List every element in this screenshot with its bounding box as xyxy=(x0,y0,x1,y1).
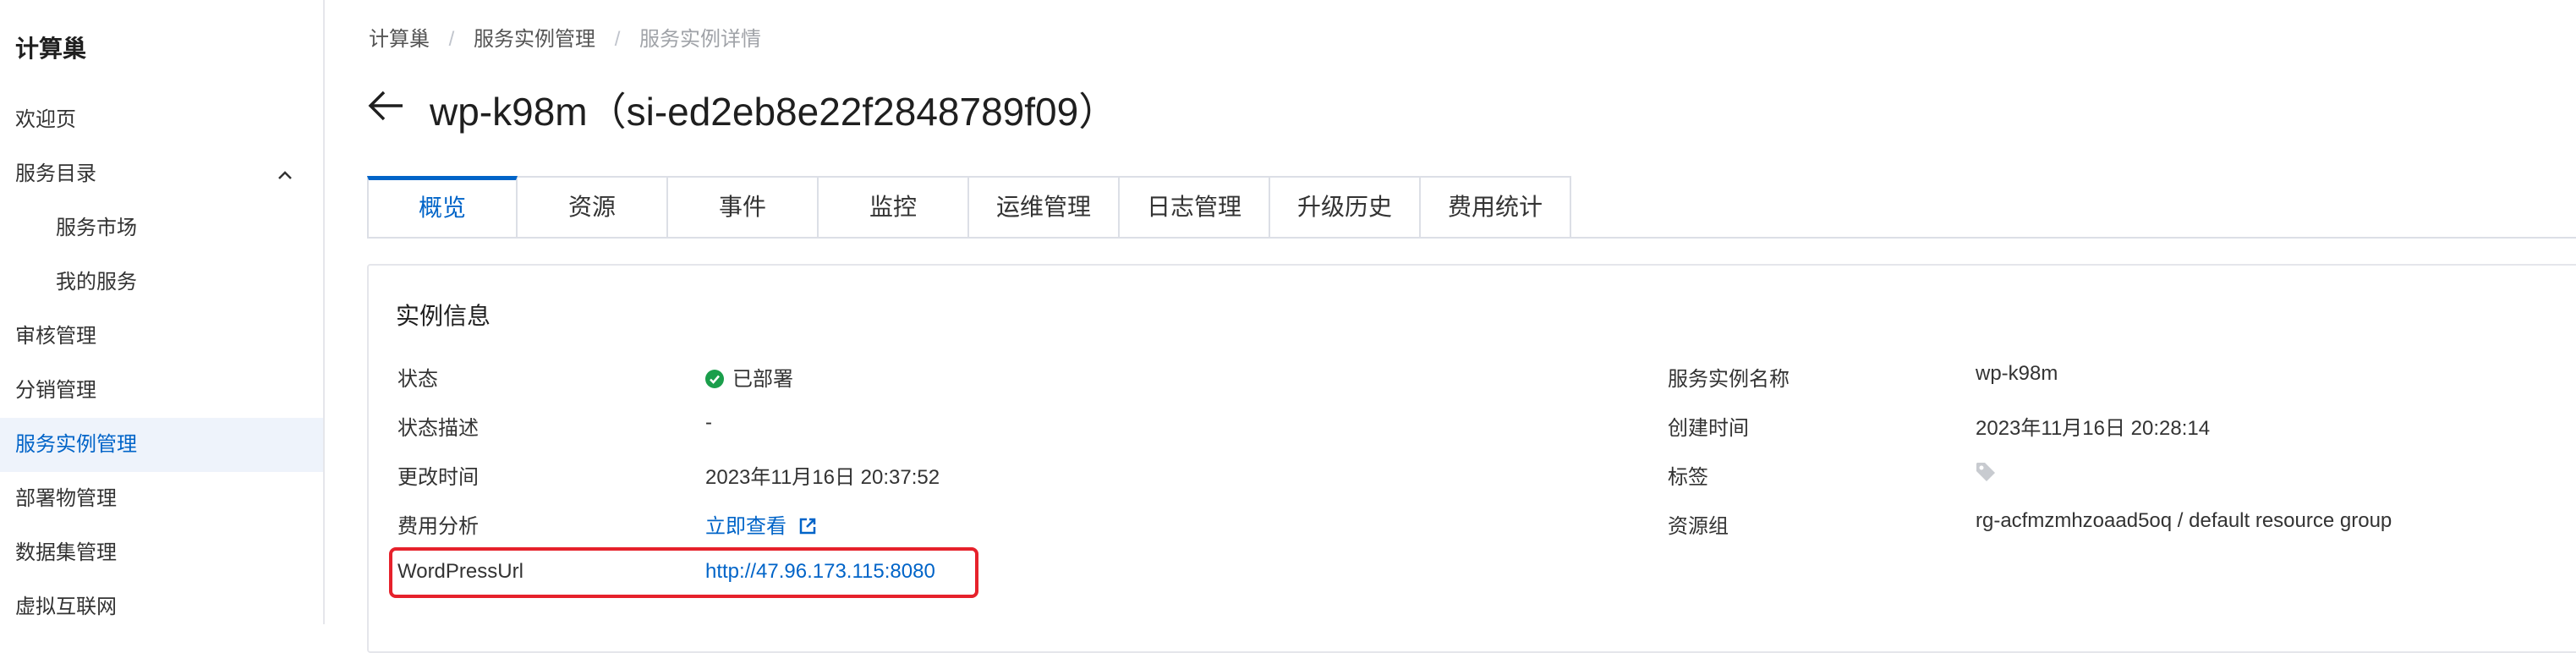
update-time-value: 2023年11月16日 20:37:52 xyxy=(705,466,940,489)
sidebar-item-label: 服务目录 xyxy=(15,162,96,185)
status-label: 状态 xyxy=(397,368,438,391)
breadcrumb-separator: / xyxy=(614,28,621,51)
status-description-label: 状态描述 xyxy=(397,417,479,440)
sidebar-item-service-instances[interactable]: 服务实例管理 xyxy=(0,418,323,472)
tab-events[interactable]: 事件 xyxy=(668,176,819,239)
cost-analysis-link-text: 立即查看 xyxy=(705,515,787,538)
tab-ops-management[interactable]: 运维管理 xyxy=(969,176,1120,239)
instance-name-label: 服务实例名称 xyxy=(1668,368,1789,391)
cost-analysis-label: 费用分析 xyxy=(397,515,479,538)
tab-upgrade-history[interactable]: 升级历史 xyxy=(1270,176,1421,239)
breadcrumb: 计算巢 / 服务实例管理 / 服务实例详情 xyxy=(369,22,761,52)
cost-analysis-link[interactable]: 立即查看 xyxy=(705,509,817,539)
chevron-up-icon[interactable] xyxy=(276,166,294,184)
update-time-label: 更改时间 xyxy=(397,466,479,489)
instance-name-value: wp-k98m xyxy=(1976,362,2058,385)
breadcrumb-item-instances[interactable]: 服务实例管理 xyxy=(474,28,595,51)
check-circle-icon xyxy=(705,370,724,388)
resource-group-label: 资源组 xyxy=(1668,515,1729,538)
sidebar-item-datasets[interactable]: 数据集管理 xyxy=(0,526,323,580)
tab-overview[interactable]: 概览 xyxy=(367,176,518,239)
tab-monitoring[interactable]: 监控 xyxy=(819,176,969,239)
resource-group-value: rg-acfmzmhzoaad5oq / default resource gr… xyxy=(1976,509,2392,532)
arrow-left-icon[interactable] xyxy=(367,90,406,122)
section-title: 实例信息 xyxy=(396,303,491,329)
create-time-value: 2023年11月16日 20:28:14 xyxy=(1976,417,2211,440)
sidebar-item-service-market[interactable]: 服务市场 xyxy=(0,201,323,255)
tag-icon[interactable] xyxy=(1974,460,1998,484)
sidebar-item-distribution[interactable]: 分销管理 xyxy=(0,364,323,418)
sidebar-item-virtual-network[interactable]: 虚拟互联网 xyxy=(0,580,323,634)
sidebar-item-welcome[interactable]: 欢迎页 xyxy=(0,93,323,147)
sidebar-item-artifacts[interactable]: 部署物管理 xyxy=(0,472,323,526)
breadcrumb-item-current: 服务实例详情 xyxy=(639,28,762,51)
sidebar-title: 计算巢 xyxy=(15,36,87,62)
external-link-icon xyxy=(799,518,816,535)
sidebar-item-review[interactable]: 审核管理 xyxy=(0,310,323,364)
tags-label: 标签 xyxy=(1668,466,1708,489)
page-title: wp-k98m（si-ed2eb8e22f2848789f09） xyxy=(430,90,1118,134)
sidebar-item-my-services[interactable]: 我的服务 xyxy=(0,255,323,310)
tab-bar: 概览 资源 事件 监控 运维管理 日志管理 升级历史 费用统计 xyxy=(367,176,1571,239)
sidebar: 计算巢 欢迎页 服务目录 服务市场 我的服务 审核管理 分销管理 服务实例管理 … xyxy=(0,0,325,624)
breadcrumb-item-home[interactable]: 计算巢 xyxy=(369,28,430,51)
tab-resources[interactable]: 资源 xyxy=(518,176,668,239)
status-description-value: - xyxy=(705,411,712,434)
sidebar-item-service-catalog[interactable]: 服务目录 xyxy=(0,147,323,201)
tab-log-management[interactable]: 日志管理 xyxy=(1120,176,1270,239)
tab-cost-statistics[interactable]: 费用统计 xyxy=(1421,176,1571,239)
status-text: 已部署 xyxy=(732,368,793,391)
create-time-label: 创建时间 xyxy=(1668,417,1749,440)
status-value: 已部署 xyxy=(705,362,793,392)
highlight-box xyxy=(389,547,978,598)
breadcrumb-separator: / xyxy=(448,28,455,51)
tabs-divider xyxy=(367,237,2576,239)
